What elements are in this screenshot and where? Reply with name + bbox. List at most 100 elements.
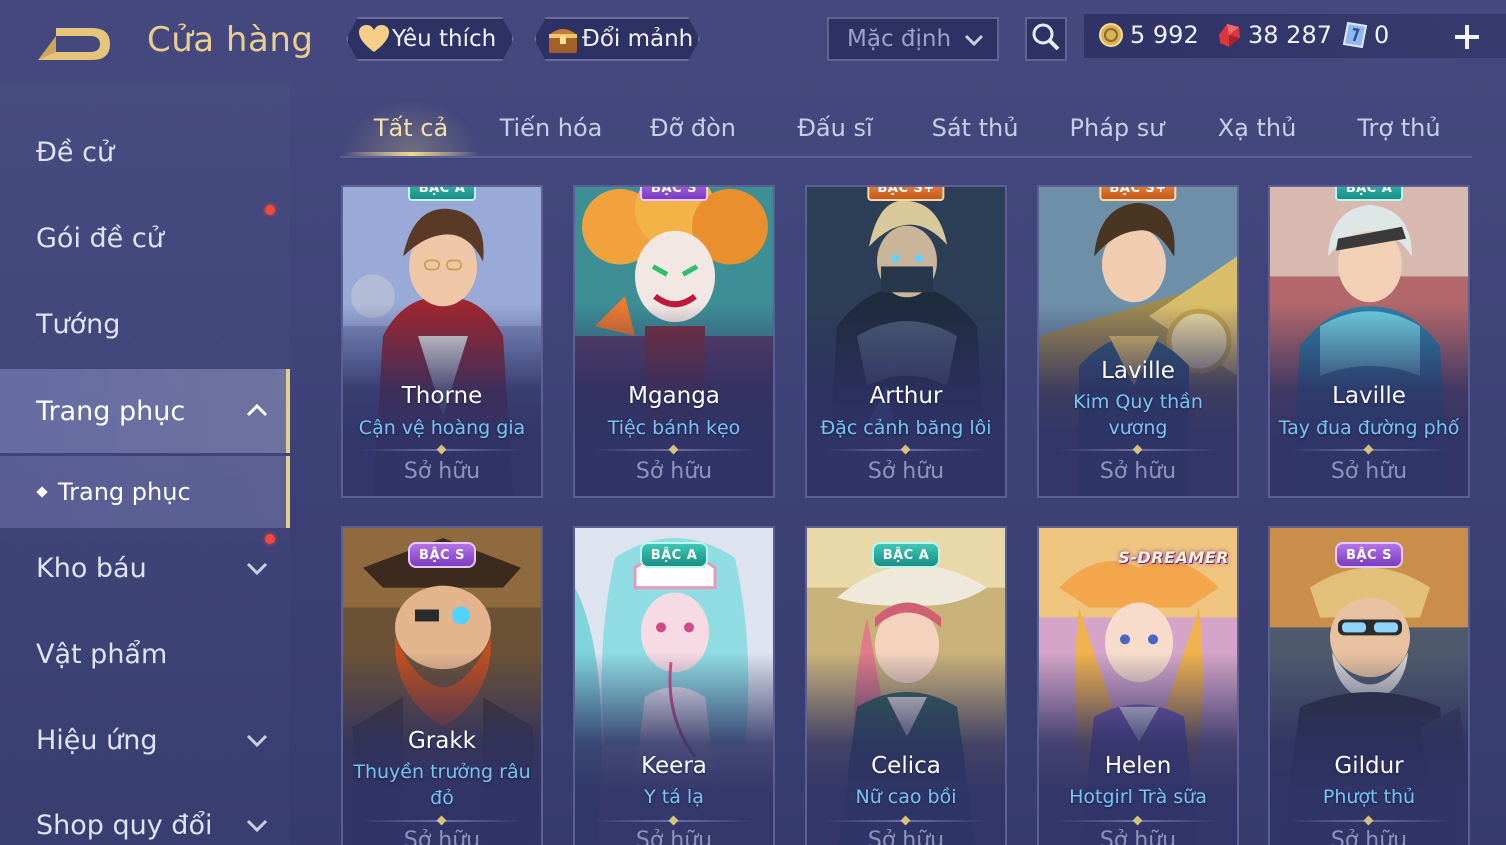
tier-badge: BẬC A bbox=[640, 542, 708, 568]
tab-mage[interactable]: Pháp sư bbox=[1056, 114, 1178, 142]
ownership-status: Sở hữu bbox=[867, 459, 945, 484]
tab-fighter[interactable]: Đấu sĩ bbox=[774, 114, 896, 142]
exchange-fragments-button[interactable]: Đổi mảnh bbox=[534, 17, 700, 61]
active-tab-underline bbox=[342, 152, 480, 156]
sidebar-item-effects[interactable]: Hiệu ứng bbox=[0, 700, 290, 780]
sidebar-item-label: Tướng bbox=[36, 308, 121, 340]
skin-card[interactable]: BẬC S Mganga Tiệc bánh kẹo Sở hữu bbox=[573, 185, 775, 498]
tab-evolution[interactable]: Tiến hóa bbox=[490, 114, 612, 142]
sidebar-item-exchange-shop[interactable]: Shop quy đổi bbox=[0, 785, 290, 845]
hero-name: Gildur bbox=[1334, 753, 1404, 779]
tier-badge: BẬC S+ bbox=[867, 187, 945, 201]
sidebar-item-label: Kho báu bbox=[36, 552, 147, 584]
ownership-status: Sở hữu bbox=[403, 459, 481, 484]
card-divider bbox=[361, 815, 523, 826]
tier-badge: BẬC A bbox=[872, 542, 940, 568]
skin-name: Tay đua đường phố bbox=[1278, 417, 1460, 439]
ownership-status: Sở hữu bbox=[1330, 828, 1408, 845]
chevron-down-icon bbox=[963, 29, 985, 51]
series-badge: S-DREAMER bbox=[1118, 547, 1229, 567]
card-divider bbox=[1057, 444, 1219, 455]
sidebar-item-recommended-bundles[interactable]: Gói đề cử bbox=[0, 198, 290, 278]
voucher-balance: 0 bbox=[1340, 20, 1389, 50]
card-divider bbox=[1057, 815, 1219, 826]
favorite-button[interactable]: Yêu thích bbox=[346, 17, 514, 61]
category-tabs: Tất cả Tiến hóa Đỡ đòn Đấu sĩ Sát thủ Ph… bbox=[340, 100, 1472, 158]
bullet-diamond-icon bbox=[36, 486, 48, 498]
skin-card[interactable]: BẬC A Celica Nữ cao bồi Sở hữu bbox=[805, 526, 1007, 845]
hero-name: Laville bbox=[1332, 383, 1406, 409]
sidebar-item-skins[interactable]: Trang phục bbox=[0, 369, 290, 453]
fragment-label: Đổi mảnh bbox=[582, 26, 694, 52]
skin-card[interactable]: BẬC S+ Laville Kim Quy thần vương Sở hữu bbox=[1037, 185, 1239, 498]
skin-card[interactable]: BẬC S+ Arthur Đặc cảnh băng lôi Sở hữu bbox=[805, 185, 1007, 498]
search-button[interactable] bbox=[1025, 17, 1067, 61]
chevron-down-icon bbox=[244, 812, 270, 838]
notification-dot bbox=[265, 534, 275, 544]
treasure-chest-icon bbox=[546, 22, 580, 56]
top-bar: Cửa hàng Yêu thích Đổi mảnh Mặc định 5 9… bbox=[0, 0, 1506, 82]
card-divider bbox=[593, 444, 755, 455]
voucher-amount: 0 bbox=[1374, 21, 1390, 49]
sidebar-item-treasure[interactable]: Kho báu bbox=[0, 528, 290, 608]
skin-card[interactable]: BẬC A Laville Tay đua đường phố Sở hữu bbox=[1268, 185, 1470, 498]
tab-support[interactable]: Trợ thủ bbox=[1338, 114, 1460, 142]
hero-name: Celica bbox=[871, 753, 941, 779]
card-divider bbox=[1288, 815, 1450, 826]
card-divider bbox=[825, 815, 987, 826]
sidebar-item-label: Hiệu ứng bbox=[36, 724, 158, 756]
ownership-status: Sở hữu bbox=[635, 459, 713, 484]
skin-name: Nữ cao bồi bbox=[855, 786, 957, 808]
sidebar-item-heroes[interactable]: Tướng bbox=[0, 284, 290, 364]
hero-name: Mganga bbox=[628, 383, 720, 409]
hero-name: Laville bbox=[1101, 358, 1175, 384]
tier-badge: BẬC S+ bbox=[1099, 187, 1177, 201]
ownership-status: Sở hữu bbox=[635, 828, 713, 845]
skin-name: Cận vệ hoàng gia bbox=[358, 417, 526, 439]
hero-name: Thorne bbox=[401, 383, 483, 409]
skin-name: Thuyền trưởng râu đỏ bbox=[353, 761, 531, 809]
tier-badge: BẬC S bbox=[1335, 542, 1403, 568]
ownership-status: Sở hữu bbox=[1099, 828, 1177, 845]
hero-name: Arthur bbox=[869, 383, 943, 409]
chevron-down-icon bbox=[244, 555, 270, 581]
skin-card[interactable]: BẬC A Keera Y tá lạ Sở hữu bbox=[573, 526, 775, 845]
heart-icon bbox=[358, 22, 390, 56]
skin-name: Y tá lạ bbox=[644, 786, 704, 808]
skin-name: Phượt thủ bbox=[1322, 786, 1416, 808]
chevron-down-icon bbox=[244, 727, 270, 753]
sidebar-item-recommended[interactable]: Đề cử bbox=[0, 112, 290, 192]
skin-card[interactable]: S-DREAMER Helen Hotgirl Trà sữa Sở hữu bbox=[1037, 526, 1239, 845]
sort-dropdown[interactable]: Mặc định bbox=[827, 17, 999, 61]
skin-card[interactable]: BẬC S Grakk Thuyền trưởng râu đỏ Sở hữu bbox=[341, 526, 543, 845]
ownership-status: Sở hữu bbox=[867, 828, 945, 845]
sidebar-item-items[interactable]: Vật phẩm bbox=[0, 614, 290, 694]
hero-name: Helen bbox=[1104, 753, 1172, 779]
chevron-up-icon bbox=[244, 398, 270, 424]
ruby-amount: 38 287 bbox=[1248, 21, 1332, 49]
gold-balance: 5 992 bbox=[1096, 20, 1199, 50]
tab-all[interactable]: Tất cả bbox=[342, 114, 480, 142]
page-title: Cửa hàng bbox=[147, 20, 314, 60]
ruby-gem-icon bbox=[1214, 20, 1244, 50]
sidebar-item-label: Đề cử bbox=[36, 136, 115, 168]
sort-value: Mặc định bbox=[847, 26, 952, 52]
sidebar-item-label: Shop quy đổi bbox=[36, 809, 213, 841]
tab-tank[interactable]: Đỡ đòn bbox=[632, 114, 754, 142]
sidebar-item-label: Vật phẩm bbox=[36, 638, 168, 670]
tier-badge: BẬC S bbox=[408, 542, 476, 568]
ownership-status: Sở hữu bbox=[1099, 459, 1177, 484]
sidebar-subitem-skins[interactable]: Trang phục bbox=[0, 456, 290, 528]
skin-card[interactable]: BẬC S Gildur Phượt thủ Sở hữu bbox=[1268, 526, 1470, 845]
gold-coin-icon bbox=[1096, 20, 1126, 50]
tab-assassin[interactable]: Sát thủ bbox=[914, 114, 1036, 142]
ownership-status: Sở hữu bbox=[1330, 459, 1408, 484]
back-arrow-icon[interactable] bbox=[34, 22, 116, 66]
plus-icon[interactable] bbox=[1450, 20, 1484, 54]
card-divider bbox=[593, 815, 755, 826]
skin-card[interactable]: BẬC A Thorne Cận vệ hoàng gia Sở hữu bbox=[341, 185, 543, 498]
tab-marksman[interactable]: Xạ thủ bbox=[1196, 114, 1318, 142]
sidebar-subitem-label: Trang phục bbox=[58, 478, 191, 506]
ruby-balance: 38 287 bbox=[1214, 20, 1332, 50]
search-icon bbox=[1031, 22, 1061, 56]
